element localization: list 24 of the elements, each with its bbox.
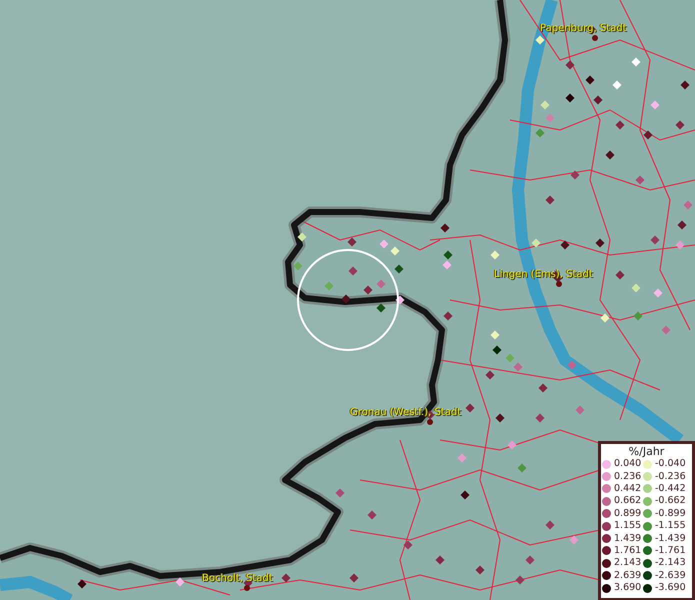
legend-value: 0.236 — [614, 470, 642, 483]
legend-value: -3.690 — [655, 582, 686, 594]
legend-value: -0.662 — [655, 495, 686, 508]
legend-value: -1.155 — [655, 520, 686, 532]
legend-value: 0.442 — [614, 482, 642, 495]
legend-value: -0.040 — [655, 458, 686, 470]
legend-value: 0.040 — [614, 458, 642, 470]
legend-value: 1.761 — [614, 544, 642, 557]
legend-value: -2.639 — [655, 570, 686, 582]
place-label: Bocholt, Stadt — [202, 572, 273, 586]
legend-value: -0.899 — [655, 508, 686, 520]
legend-value: -2.143 — [655, 557, 686, 570]
legend-title: %/Jahr — [628, 445, 664, 458]
legend-value: -0.236 — [655, 470, 686, 483]
legend-value: 2.639 — [614, 570, 642, 582]
legend-value: -0.442 — [655, 482, 686, 495]
legend-value: -1.761 — [655, 544, 686, 557]
legend-value: 2.143 — [614, 557, 642, 570]
legend-value: 3.690 — [614, 582, 642, 594]
legend-value: 0.899 — [614, 508, 642, 520]
legend-value: 0.662 — [614, 495, 642, 508]
legend-value: 1.439 — [614, 532, 642, 545]
legend-value: -1.439 — [655, 532, 686, 545]
legend-value: 1.155 — [614, 520, 642, 532]
